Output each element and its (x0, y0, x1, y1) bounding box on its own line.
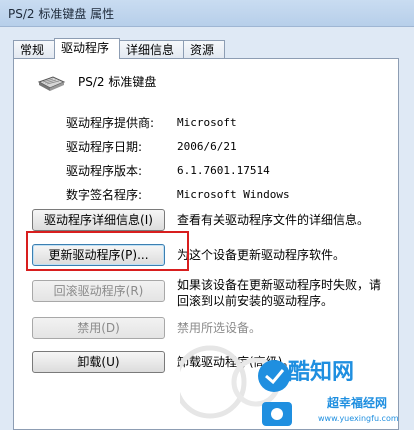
driver-date-label: 驱动程序日期: (66, 140, 143, 154)
tab-driver[interactable]: 驱动程序 (54, 38, 120, 59)
watermark-subtitle: 超幸福经网 (327, 396, 388, 410)
driver-details-button[interactable]: 驱动程序详细信息(I) (32, 209, 165, 231)
disable-device-button[interactable]: 禁用(D) (32, 317, 165, 339)
rollback-description-line-2: 回滚到以前安装的驱动程序。 (177, 294, 334, 308)
update-driver-description: 为这个设备更新驱动程序软件。 (177, 248, 346, 262)
driver-version-label: 驱动程序版本: (66, 164, 143, 178)
provider-label: 驱动程序提供商: (66, 116, 155, 130)
driver-version-value: 6.1.7601.17514 (177, 164, 270, 177)
watermark-url: www.yuexingfu.com (318, 414, 399, 423)
driver-details-description: 查看有关驱动程序文件的详细信息。 (177, 213, 370, 227)
driver-date-value: 2006/6/21 (177, 140, 237, 153)
signer-value: Microsoft Windows (177, 188, 290, 201)
rollback-driver-button[interactable]: 回滚驱动程序(R) (32, 280, 165, 302)
watermark-brand: 酷知网 (288, 360, 355, 385)
provider-value: Microsoft (177, 116, 237, 129)
uninstall-driver-button[interactable]: 卸载(U) (32, 351, 165, 373)
keyboard-icon (37, 76, 66, 91)
device-name: PS/2 标准键盘 (78, 75, 157, 89)
tab-general[interactable]: 常规 (13, 40, 55, 58)
tab-details[interactable]: 详细信息 (119, 40, 184, 58)
window-title: PS/2 标准键盘 属性 (8, 7, 115, 21)
tab-resources[interactable]: 资源 (183, 40, 225, 58)
rollback-description-line-1: 如果该设备在更新驱动程序时失败，请 (177, 278, 382, 292)
update-driver-button[interactable]: 更新驱动程序(P)... (32, 244, 165, 266)
signer-label: 数字签名程序: (66, 188, 143, 202)
title-bar: PS/2 标准键盘 属性 (0, 0, 414, 27)
